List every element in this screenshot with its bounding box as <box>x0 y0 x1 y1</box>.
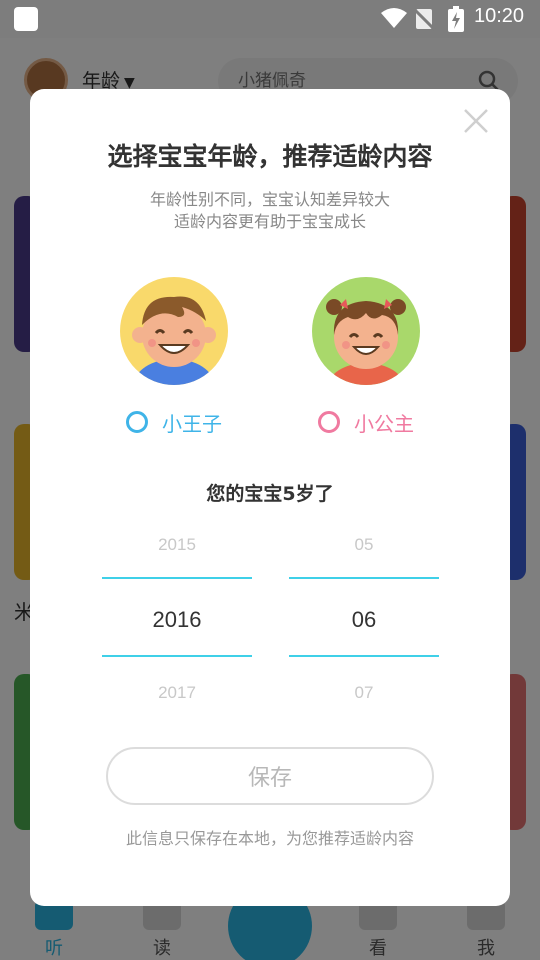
wifi-icon <box>381 8 407 28</box>
battery-charging-icon <box>448 6 464 32</box>
boy-avatar-icon[interactable] <box>120 277 228 385</box>
girl-avatar-icon[interactable] <box>312 277 420 385</box>
picker-divider <box>102 655 252 657</box>
gender-label: 小公主 <box>354 411 414 436</box>
year-option-selected[interactable]: 2016 <box>102 607 252 633</box>
save-button[interactable]: 保存 <box>106 747 434 805</box>
subtitle-line: 年龄性别不同，宝宝认知差异较大 <box>149 190 390 209</box>
age-select-dialog: 选择宝宝年龄，推荐适龄内容 年龄性别不同，宝宝认知差异较大 适龄内容更有助于宝宝… <box>30 89 510 906</box>
gender-option-girl[interactable]: 小公主 <box>296 277 436 437</box>
year-option-prev[interactable]: 2015 <box>102 535 252 555</box>
gender-label: 小王子 <box>162 411 222 436</box>
age-summary: 您的宝宝5岁了 <box>206 483 334 505</box>
dialog-subtitle: 年龄性别不同，宝宝认知差异较大 适龄内容更有助于宝宝成长 <box>30 189 510 233</box>
no-signal-icon <box>414 7 436 31</box>
picker-divider <box>289 655 439 657</box>
radio-button[interactable] <box>126 411 148 433</box>
subtitle-line: 适龄内容更有助于宝宝成长 <box>173 212 366 231</box>
gender-radio-girl[interactable]: 小公主 <box>296 407 436 437</box>
year-picker[interactable]: 2015 2016 2017 <box>102 525 252 703</box>
month-option-prev[interactable]: 05 <box>289 535 439 555</box>
status-time: 10:20 <box>474 5 525 27</box>
notification-app-icon <box>14 7 38 31</box>
year-option-next[interactable]: 2017 <box>102 683 252 703</box>
month-option-next[interactable]: 07 <box>289 683 439 703</box>
picker-divider <box>102 577 252 579</box>
gender-radio-boy[interactable]: 小王子 <box>104 407 244 437</box>
radio-button[interactable] <box>318 411 340 433</box>
dialog-title: 选择宝宝年龄，推荐适龄内容 <box>107 142 433 171</box>
picker-divider <box>289 577 439 579</box>
close-icon[interactable] <box>462 107 490 135</box>
month-option-selected[interactable]: 06 <box>289 607 439 633</box>
month-picker[interactable]: 05 06 07 <box>289 525 439 703</box>
privacy-note: 此信息只保存在本地，为您推荐适龄内容 <box>125 829 414 848</box>
status-bar: 10:20 <box>0 0 540 38</box>
gender-option-boy[interactable]: 小王子 <box>104 277 244 437</box>
